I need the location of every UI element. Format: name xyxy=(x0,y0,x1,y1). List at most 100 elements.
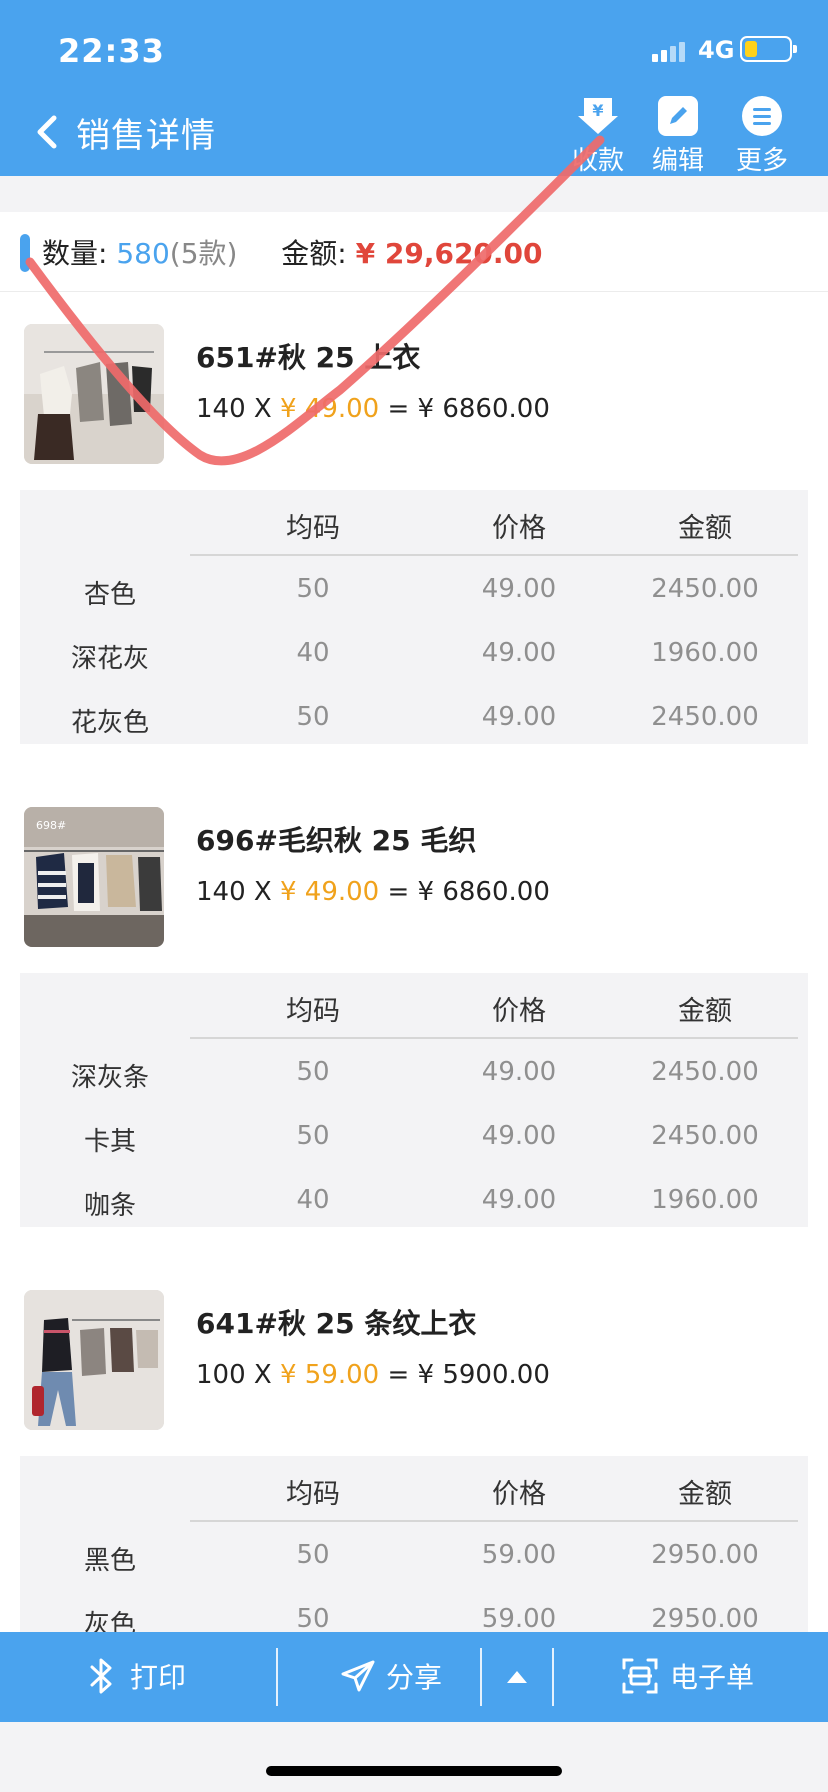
row-amount: 2950.00 xyxy=(651,1540,759,1570)
product-total: = ¥ 6860.00 xyxy=(387,877,550,907)
row-qty: 50 xyxy=(296,1540,330,1570)
bottom-toolbar: 打印 分享 电子单 xyxy=(0,1632,828,1722)
summary-text: 数量: 580(5款) 金额: ¥ 29,620.00 xyxy=(42,232,543,272)
home-indicator[interactable] xyxy=(266,1766,562,1776)
menu-list-icon xyxy=(742,96,782,136)
row-price: 49.00 xyxy=(481,1121,557,1151)
print-label: 打印 xyxy=(130,1661,187,1694)
row-qty: 50 xyxy=(296,702,330,732)
row-price: 49.00 xyxy=(481,1057,557,1087)
product-price-line: 100 X ¥ 59.00 = ¥ 5900.00 xyxy=(196,1360,550,1390)
pencil-icon xyxy=(658,96,698,136)
amount-value: ¥ 29,620.00 xyxy=(355,237,543,270)
triangle-up-icon xyxy=(507,1671,527,1683)
row-amount: 2450.00 xyxy=(651,574,759,604)
header-size: 均码 xyxy=(286,513,340,544)
back-button[interactable] xyxy=(30,112,66,152)
variant-table: 均码 价格 金额 深灰条 50 49.00 2450.00 卡其 50 49.0… xyxy=(20,973,808,1227)
product-price-line: 140 X ¥ 49.00 = ¥ 6860.00 xyxy=(196,877,550,907)
product-name: 641#秋 25 条纹上衣 xyxy=(196,1307,477,1340)
qty-value: 580 xyxy=(116,237,170,270)
header-divider xyxy=(190,1520,798,1522)
qty-label: 数量: xyxy=(42,237,108,270)
expand-button[interactable] xyxy=(482,1632,552,1722)
yen-download-icon: ¥ xyxy=(578,96,618,136)
variant-table: 均码 价格 金额 杏色 50 49.00 2450.00 深花灰 40 49.0… xyxy=(20,490,808,744)
status-time: 22:33 xyxy=(58,32,165,70)
edit-label: 编辑 xyxy=(651,146,704,176)
more-button[interactable]: 更多 xyxy=(722,96,802,177)
product-card[interactable]: 698# 696#毛织秋 25 毛织 140 X ¥ 49.00 = ¥ 686… xyxy=(0,775,828,1258)
row-price: 49.00 xyxy=(481,702,557,732)
style-count: (5款) xyxy=(169,237,238,270)
row-price: 49.00 xyxy=(481,574,557,604)
product-name: 696#毛织秋 25 毛织 xyxy=(196,824,477,857)
header-size: 均码 xyxy=(286,1479,340,1510)
print-button[interactable]: 打印 xyxy=(0,1632,276,1722)
row-color: 黑色 xyxy=(83,1546,136,1576)
nav-bar: 销售详情 ¥ 收款 编辑 更多 xyxy=(0,90,828,176)
product-unit-price: ¥ 49.00 xyxy=(279,394,380,424)
row-amount: 1960.00 xyxy=(651,1185,759,1215)
table-row: 杏色 50 49.00 2450.00 xyxy=(20,564,808,624)
row-amount: 1960.00 xyxy=(651,638,759,668)
row-qty: 50 xyxy=(296,574,330,604)
share-label: 分享 xyxy=(386,1661,443,1694)
product-unit-price: ¥ 59.00 xyxy=(279,1360,380,1390)
table-row: 灰色 50 59.00 2950.00 xyxy=(20,1594,808,1632)
header-divider xyxy=(190,554,798,556)
product-price-line: 140 X ¥ 49.00 = ¥ 6860.00 xyxy=(196,394,550,424)
status-bar: 22:33 4G xyxy=(0,28,828,72)
product-thumbnail[interactable] xyxy=(24,1290,164,1430)
product-thumbnail[interactable] xyxy=(24,324,164,464)
product-thumbnail[interactable]: 698# xyxy=(24,807,164,947)
product-card[interactable]: 651#秋 25 上衣 140 X ¥ 49.00 = ¥ 6860.00 均码… xyxy=(0,292,828,775)
row-amount: 2950.00 xyxy=(651,1604,759,1632)
row-price: 49.00 xyxy=(481,1185,557,1215)
ereceipt-button[interactable]: 电子单 xyxy=(554,1632,828,1722)
header-amount: 金额 xyxy=(678,996,732,1027)
share-button[interactable]: 分享 xyxy=(278,1632,480,1722)
table-row: 深灰条 50 49.00 2450.00 xyxy=(20,1047,808,1107)
row-color: 灰色 xyxy=(83,1610,136,1632)
product-card[interactable]: 641#秋 25 条纹上衣 100 X ¥ 59.00 = ¥ 5900.00 … xyxy=(0,1258,828,1632)
header-amount: 金额 xyxy=(678,1479,732,1510)
product-total: = ¥ 6860.00 xyxy=(387,394,550,424)
product-list[interactable]: 651#秋 25 上衣 140 X ¥ 49.00 = ¥ 6860.00 均码… xyxy=(0,292,828,1632)
table-row: 花灰色 50 49.00 2450.00 xyxy=(20,692,808,752)
product-qty: 140 X xyxy=(196,394,272,424)
product-qty: 100 X xyxy=(196,1360,272,1390)
edit-button[interactable]: 编辑 xyxy=(638,96,718,177)
row-price: 59.00 xyxy=(481,1604,557,1632)
row-amount: 2450.00 xyxy=(651,1057,759,1087)
chevron-left-icon xyxy=(37,115,57,149)
header-divider xyxy=(190,1037,798,1039)
row-qty: 40 xyxy=(296,638,330,668)
row-qty: 50 xyxy=(296,1057,330,1087)
row-color: 咖条 xyxy=(83,1191,136,1221)
table-row: 黑色 50 59.00 2950.00 xyxy=(20,1530,808,1590)
bluetooth-icon xyxy=(90,1658,112,1694)
ereceipt-label: 电子单 xyxy=(670,1661,755,1694)
row-qty: 50 xyxy=(296,1121,330,1151)
receive-payment-label: 收款 xyxy=(571,146,624,176)
row-color: 卡其 xyxy=(83,1127,136,1157)
network-type: 4G xyxy=(698,36,735,64)
thumbnail-tag: 698# xyxy=(36,819,66,832)
battery-icon xyxy=(740,36,797,62)
more-label: 更多 xyxy=(735,146,788,176)
summary-marker xyxy=(20,234,30,272)
header-price: 价格 xyxy=(492,513,546,544)
table-row: 卡其 50 49.00 2450.00 xyxy=(20,1111,808,1171)
paper-plane-icon xyxy=(341,1660,375,1692)
header-price: 价格 xyxy=(492,996,546,1027)
amount-label: 金额: xyxy=(281,237,347,270)
header-price: 价格 xyxy=(492,1479,546,1510)
row-qty: 50 xyxy=(296,1604,330,1632)
row-color: 花灰色 xyxy=(70,708,149,738)
row-amount: 2450.00 xyxy=(651,1121,759,1151)
header-amount: 金额 xyxy=(678,513,732,544)
table-row: 深花灰 40 49.00 1960.00 xyxy=(20,628,808,688)
product-name: 651#秋 25 上衣 xyxy=(196,341,421,374)
receive-payment-button[interactable]: ¥ 收款 xyxy=(558,96,638,177)
